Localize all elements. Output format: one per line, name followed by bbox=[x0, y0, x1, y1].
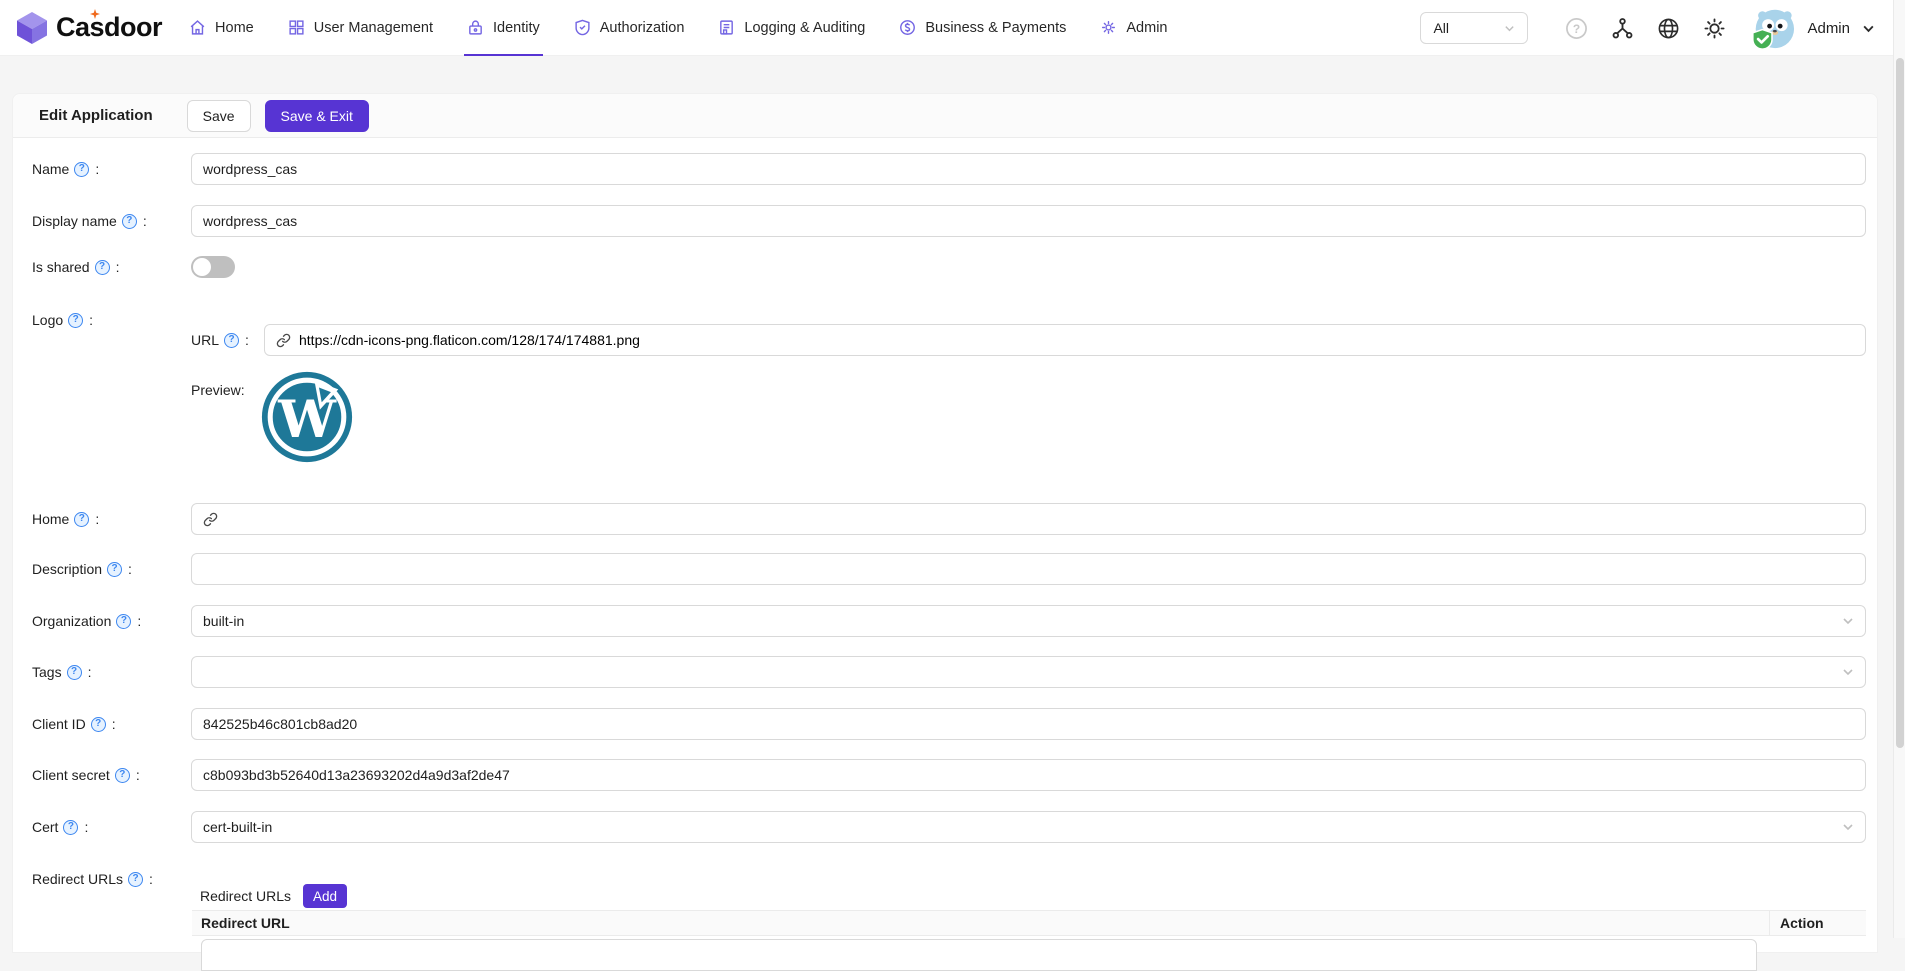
column-header-redirect-url: Redirect URL bbox=[192, 915, 1769, 931]
shield-check-icon bbox=[574, 19, 591, 36]
question-icon[interactable] bbox=[95, 260, 110, 275]
chevron-down-icon bbox=[1842, 666, 1854, 678]
edit-application-card: Edit Application Save Save & Exit Name: … bbox=[12, 93, 1878, 953]
question-icon[interactable] bbox=[116, 614, 131, 629]
display-name-label: Display name: bbox=[32, 205, 187, 237]
client-id-input[interactable] bbox=[191, 708, 1866, 740]
question-icon[interactable] bbox=[122, 214, 137, 229]
save-button[interactable]: Save bbox=[187, 100, 251, 132]
help-icon[interactable]: ? bbox=[1565, 17, 1588, 40]
verified-shield-badge bbox=[1753, 30, 1772, 50]
gear-icon bbox=[1100, 19, 1117, 36]
question-icon[interactable] bbox=[128, 872, 143, 887]
question-icon[interactable] bbox=[67, 665, 82, 680]
chevron-down-icon bbox=[1862, 22, 1875, 35]
logo-preview-label: Preview: bbox=[191, 379, 261, 401]
logo-url-label: URL: bbox=[191, 324, 261, 356]
client-secret-label: Client secret: bbox=[32, 759, 187, 791]
description-input[interactable] bbox=[191, 553, 1866, 585]
question-icon[interactable] bbox=[68, 313, 83, 328]
user-name-label: Admin bbox=[1807, 20, 1850, 37]
globe-icon[interactable] bbox=[1657, 17, 1680, 40]
link-icon bbox=[203, 512, 218, 527]
menu-item-home[interactable]: Home bbox=[172, 0, 271, 56]
cert-label: Cert: bbox=[32, 811, 187, 843]
avatar bbox=[1749, 5, 1795, 51]
table-row bbox=[192, 936, 1866, 971]
theme-sun-icon[interactable] bbox=[1703, 17, 1726, 40]
tags-label: Tags: bbox=[32, 656, 187, 688]
sitemap-icon[interactable] bbox=[1611, 17, 1634, 40]
home-label: Home: bbox=[32, 503, 187, 535]
logo-label: Logo: bbox=[32, 309, 187, 331]
question-icon[interactable] bbox=[107, 562, 122, 577]
card-header: Edit Application Save Save & Exit bbox=[13, 94, 1877, 138]
add-redirect-url-button[interactable]: Add bbox=[303, 884, 347, 908]
wordpress-logo-preview: W bbox=[261, 371, 353, 463]
question-icon[interactable] bbox=[115, 768, 130, 783]
description-label: Description: bbox=[32, 553, 187, 585]
chevron-down-icon bbox=[1842, 615, 1854, 627]
name-label: Name: bbox=[32, 153, 187, 185]
chevron-down-icon bbox=[1842, 821, 1854, 833]
cert-select[interactable]: cert-built-in bbox=[191, 811, 1866, 843]
menu-item-user-management[interactable]: User Management bbox=[271, 0, 450, 56]
vertical-scrollbar[interactable] bbox=[1893, 0, 1905, 938]
question-icon[interactable] bbox=[91, 717, 106, 732]
client-secret-input[interactable] bbox=[191, 759, 1866, 791]
grid-icon bbox=[288, 19, 305, 36]
svg-text:?: ? bbox=[1573, 21, 1580, 35]
brand-spark-icon bbox=[90, 9, 100, 19]
link-icon bbox=[276, 333, 291, 348]
save-exit-button[interactable]: Save & Exit bbox=[265, 100, 369, 132]
casdoor-cube-icon bbox=[16, 11, 48, 45]
question-icon[interactable] bbox=[224, 333, 239, 348]
audit-icon bbox=[718, 19, 735, 36]
organization-filter-select[interactable]: All bbox=[1420, 12, 1528, 44]
question-icon[interactable] bbox=[74, 512, 89, 527]
home-input[interactable] bbox=[226, 504, 1854, 534]
redirect-urls-label: Redirect URLs: bbox=[32, 868, 187, 890]
chevron-down-icon bbox=[1504, 23, 1515, 34]
menu-item-admin[interactable]: Admin bbox=[1083, 0, 1184, 56]
tags-select[interactable] bbox=[191, 656, 1866, 688]
main-menu: Home User Management Identity Authorizat… bbox=[172, 0, 1184, 56]
user-menu[interactable]: Admin bbox=[1749, 5, 1875, 51]
redirect-table-title: Redirect URLs bbox=[200, 888, 291, 904]
client-id-label: Client ID: bbox=[32, 708, 187, 740]
name-input[interactable] bbox=[191, 153, 1866, 185]
casdoor-logo[interactable]: Casdoor bbox=[16, 11, 162, 45]
top-nav: Casdoor Home User Management Identity bbox=[0, 0, 1893, 56]
organization-label: Organization: bbox=[32, 605, 187, 637]
brand-name: Casdoor bbox=[56, 12, 162, 43]
page-title: Edit Application bbox=[39, 107, 153, 124]
organization-select[interactable]: built-in bbox=[191, 605, 1866, 637]
redirect-url-input[interactable] bbox=[201, 939, 1757, 971]
scrollbar-thumb[interactable] bbox=[1896, 58, 1904, 748]
question-icon[interactable] bbox=[74, 162, 89, 177]
menu-item-identity[interactable]: Identity bbox=[450, 0, 557, 56]
question-icon[interactable] bbox=[63, 820, 78, 835]
menu-item-authorization[interactable]: Authorization bbox=[557, 0, 702, 56]
nav-right-cluster: All ? bbox=[1420, 0, 1875, 56]
logo-url-input[interactable] bbox=[299, 325, 1854, 355]
dollar-circle-icon bbox=[899, 19, 916, 36]
home-icon bbox=[189, 19, 206, 36]
menu-item-business-payments[interactable]: Business & Payments bbox=[882, 0, 1083, 56]
display-name-input[interactable] bbox=[191, 205, 1866, 237]
redirect-urls-table: Redirect URLs Add Redirect URL Action bbox=[192, 882, 1866, 971]
lock-icon bbox=[467, 19, 484, 36]
column-header-action: Action bbox=[1769, 911, 1866, 935]
is-shared-label: Is shared: bbox=[32, 251, 187, 283]
is-shared-toggle[interactable] bbox=[191, 256, 235, 278]
menu-item-logging-auditing[interactable]: Logging & Auditing bbox=[701, 0, 882, 56]
